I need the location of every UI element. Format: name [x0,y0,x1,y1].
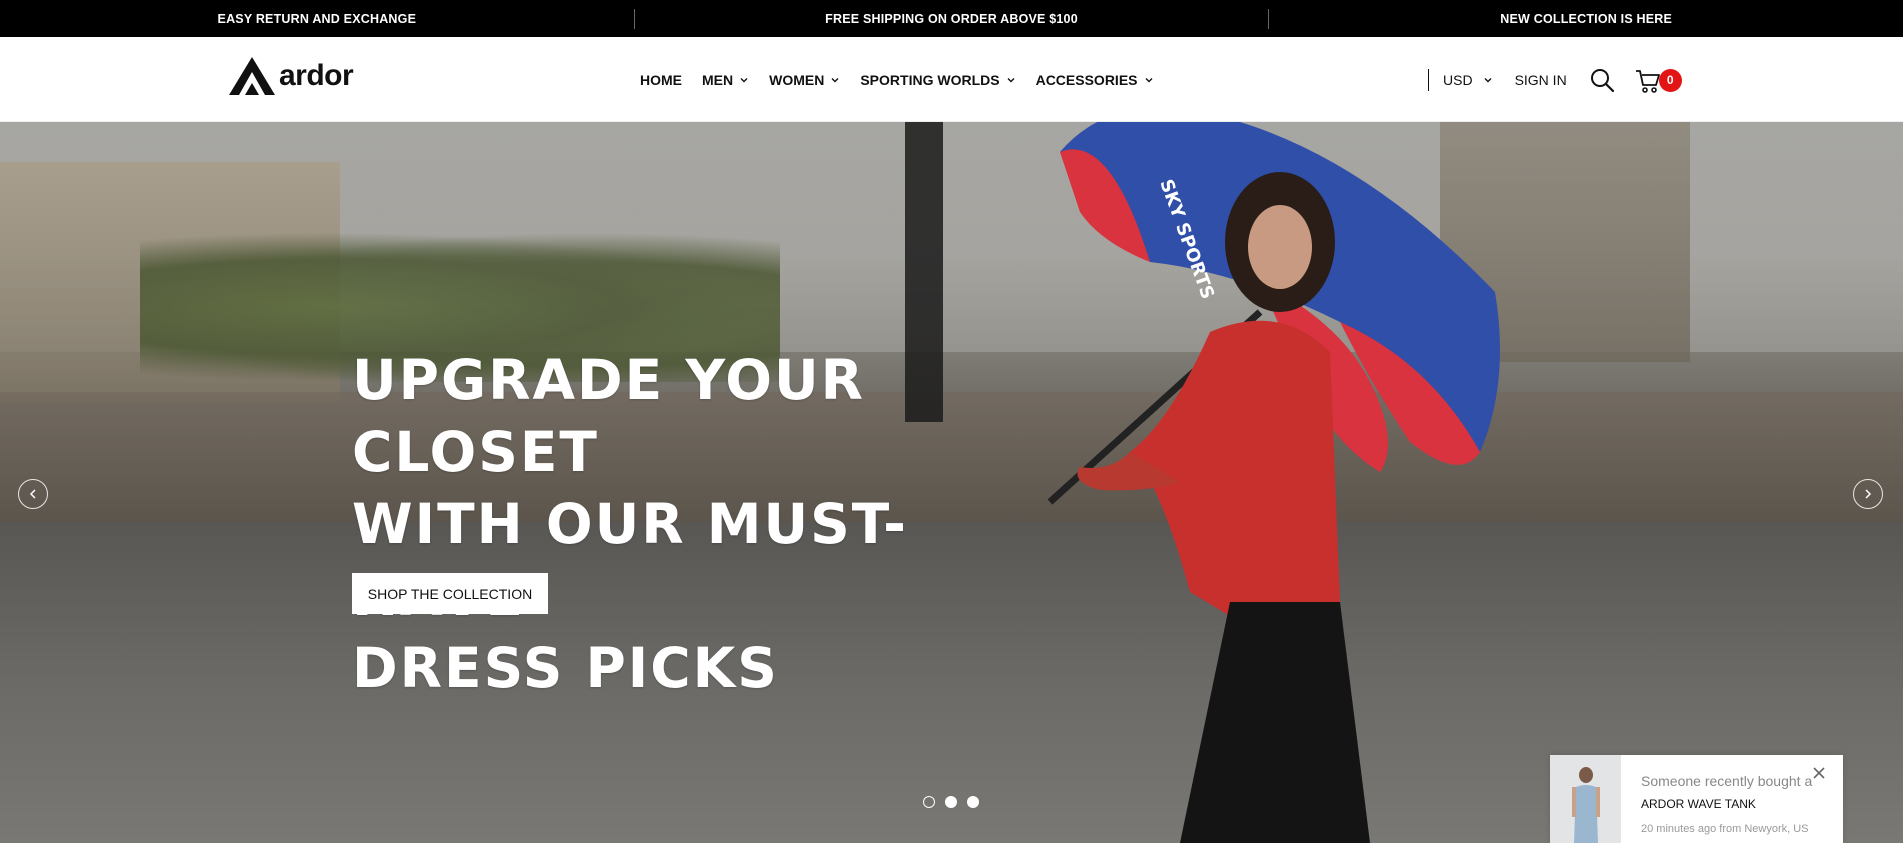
brand-logo[interactable]: ardor [227,55,354,97]
announcement-bar: EASY RETURN AND EXCHANGE FREE SHIPPING O… [0,0,1903,37]
product-thumbnail [1550,755,1621,843]
popup-meta: 20 minutes ago from Newyork, US [1641,823,1809,835]
announcement-return: EASY RETURN AND EXCHANGE [217,11,417,26]
currency-selector[interactable]: USD [1443,72,1493,88]
nav-accessories[interactable]: ACCESSORIES [1036,72,1154,88]
popup-product-link[interactable]: ARDOR WAVE TANK [1641,797,1756,811]
search-icon[interactable] [1589,67,1615,93]
chevron-left-icon [29,489,36,499]
slider-pagination [923,796,979,808]
nav-home-label: HOME [640,71,682,88]
slider-prev-button[interactable] [18,479,48,509]
main-nav: HOME MEN WOMEN SPORTING WORLDS ACCESSORI… [640,37,1154,122]
hero-model-with-umbrella: SKY SPORTS [1047,122,1500,843]
nav-accessories-label: ACCESSORIES [1035,71,1138,88]
header-tools: USD SIGN IN 0 [1428,37,1683,122]
tools-divider [1428,68,1429,91]
site-header: ardor HOME MEN WOMEN SPORTING WORLDS ACC… [0,37,1903,122]
popup-message: Someone recently bought a [1641,773,1813,789]
recent-purchase-popup[interactable]: Someone recently bought a ARDOR WAVE TAN… [1550,755,1843,843]
hero-headline: UPGRADE YOUR CLOSET WITH OUR MUST-HAVE D… [352,344,1052,704]
slider-dot-1[interactable] [923,796,935,808]
cart-count-badge: 0 [1658,68,1682,92]
nav-women[interactable]: WOMEN [769,72,840,88]
close-icon[interactable] [1811,765,1827,781]
cart-button[interactable]: 0 [1635,65,1683,95]
cart-icon [1635,69,1660,93]
sign-in-link[interactable]: SIGN IN [1515,72,1567,88]
nav-men[interactable]: MEN [702,72,749,88]
currency-value: USD [1443,71,1473,88]
shop-collection-button[interactable]: SHOP THE COLLECTION [352,573,548,614]
nav-women-label: WOMEN [769,71,825,88]
nav-sporting-worlds[interactable]: SPORTING WORLDS [860,72,1015,88]
chevron-down-icon [740,77,748,82]
slider-dot-3[interactable] [967,796,979,808]
nav-sporting-worlds-label: SPORTING WORLDS [860,71,1000,88]
chevron-down-icon [831,77,839,82]
slider-dot-2[interactable] [945,796,957,808]
nav-home[interactable]: HOME [640,72,682,88]
chevron-right-icon [1865,489,1872,499]
hero-headline-line-3: DRESS PICKS [352,636,779,700]
logo-mark-icon [229,57,275,95]
chevron-down-icon [1007,77,1015,82]
slider-next-button[interactable] [1853,479,1883,509]
nav-men-label: MEN [702,71,734,88]
chevron-down-icon [1484,77,1492,82]
hero-headline-line-1: UPGRADE YOUR CLOSET [352,348,866,484]
announcement-collection: NEW COLLECTION IS HERE [1500,11,1673,26]
chevron-down-icon [1145,77,1152,82]
hero-slider: SKY SPORTS UPGRADE YOUR CLOSET WITH OUR … [0,122,1903,843]
brand-name: ardor [279,59,354,92]
announcement-shipping: FREE SHIPPING ON ORDER ABOVE $100 [825,11,1078,26]
